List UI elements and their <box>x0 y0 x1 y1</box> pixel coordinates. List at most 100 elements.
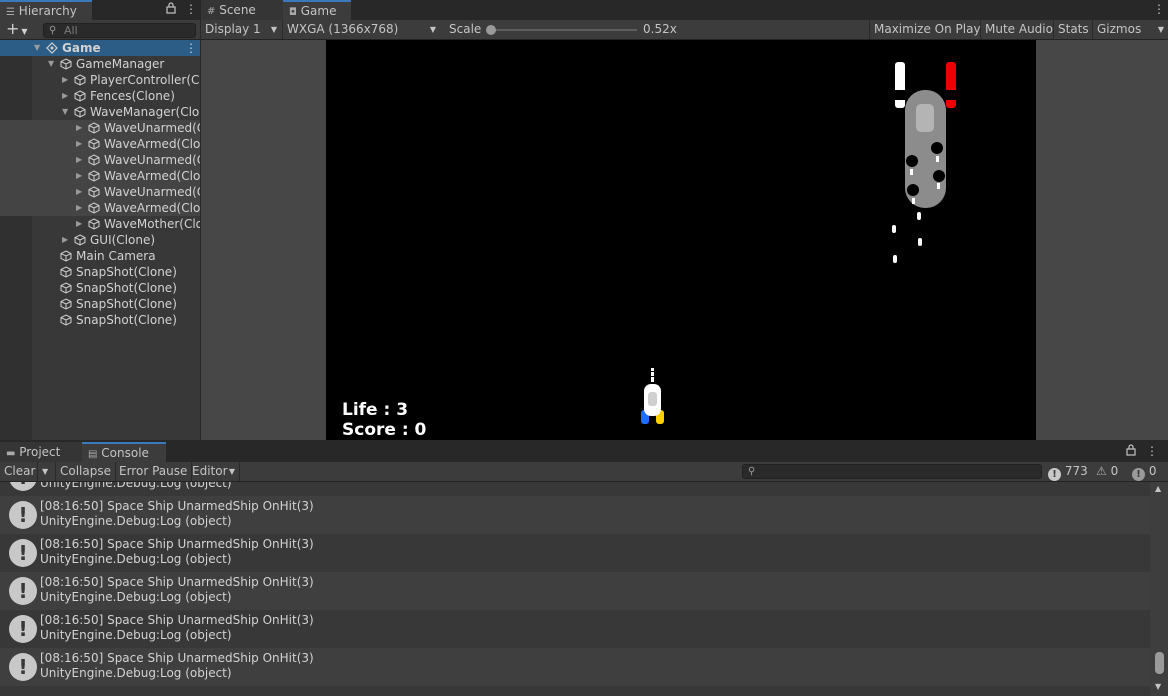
game-toolbar: Display 1 ▼ WXGA (1366x768) ▼ Scale 0.52… <box>201 20 1168 40</box>
list-item[interactable]: ! [08:16:50] Space Ship UnarmedShip OnHit… <box>0 534 1150 572</box>
hierarchy-item-label: WaveArmed(Clon <box>104 201 200 215</box>
hierarchy-item[interactable]: ▶ WaveUnarmed(C <box>0 120 200 136</box>
list-item[interactable]: ! [08:16:50] Space Ship UnarmedShip OnHit… <box>0 648 1150 686</box>
expand-right-icon[interactable]: ▶ <box>76 136 86 152</box>
info-icon: ! <box>9 539 37 567</box>
chevron-up-icon[interactable]: ▲ <box>1155 484 1161 493</box>
list-item[interactable]: ! [08:16:50] Space Ship UnarmedShip OnHit… <box>0 496 1150 534</box>
error-icon: ! <box>1132 468 1145 481</box>
game-viewport[interactable]: Life : 3 Score : 0 <box>201 40 1168 440</box>
hierarchy-item[interactable]: ▼ WaveManager(Clon <box>0 104 200 120</box>
expand-right-icon[interactable]: ▶ <box>76 200 86 216</box>
tab-console[interactable]: ▤ Console <box>82 442 166 462</box>
clear-button[interactable]: Clear <box>0 462 38 481</box>
tab-scene[interactable]: # Scene <box>201 0 283 20</box>
hierarchy-item-label: SnapShot(Clone) <box>76 313 177 327</box>
hierarchy-item-label: Fences(Clone) <box>90 89 175 103</box>
tab-project[interactable]: ▬ Project <box>0 442 82 462</box>
warning-count-toggle[interactable]: ⚠ 0 <box>1096 462 1118 481</box>
add-object-button[interactable]: + ▼ <box>6 20 28 41</box>
tab-hierarchy[interactable]: ☰ Hierarchy <box>0 0 92 20</box>
hierarchy-item[interactable]: ▶ GUI(Clone) <box>0 232 200 248</box>
expand-right-icon[interactable]: ▶ <box>62 232 72 248</box>
expand-right-icon[interactable]: ▶ <box>76 120 86 136</box>
hierarchy-item[interactable]: SnapShot(Clone) <box>0 264 200 280</box>
console-log-list[interactable]: ! UnityEngine.Debug:Log (object) ![08:16… <box>0 482 1150 696</box>
tab-project-label: Project <box>19 445 61 459</box>
hierarchy-item[interactable]: SnapShot(Clone) <box>0 280 200 296</box>
list-item[interactable]: ! [08:16:50] Space Ship UnarmedShip OnHit… <box>0 572 1150 610</box>
hierarchy-item[interactable]: ▶ WaveArmed(Clon <box>0 200 200 216</box>
tab-game-label: Game <box>300 4 337 18</box>
hierarchy-item[interactable]: Main Camera <box>0 248 200 264</box>
expand-right-icon[interactable]: ▶ <box>76 216 86 232</box>
hierarchy-item[interactable]: ▶ WaveArmed(Clon <box>0 168 200 184</box>
stats-button[interactable]: Stats <box>1053 20 1093 39</box>
gameobject-icon <box>88 202 100 214</box>
error-count: 0 <box>1148 464 1157 478</box>
expand-right-icon[interactable]: ▶ <box>62 72 72 88</box>
gizmos-dropdown[interactable]: Gizmos ▼ <box>1092 20 1168 39</box>
hierarchy-item-label: WaveUnarmed(C <box>104 185 200 199</box>
grid-icon: # <box>207 6 216 17</box>
expand-right-icon[interactable]: ▶ <box>76 168 86 184</box>
hierarchy-item[interactable]: ▶ WaveUnarmed(C <box>0 184 200 200</box>
expand-right-icon[interactable]: ▶ <box>62 88 72 104</box>
list-item[interactable]: ! [08:16:50] Space Ship UnarmedShip OnHit… <box>0 610 1150 648</box>
gameobject-icon <box>88 138 100 150</box>
error-pause-button[interactable]: Error Pause <box>115 462 193 481</box>
console-search-input[interactable]: ⚲ <box>742 464 1042 479</box>
maximize-on-play-button[interactable]: Maximize On Play <box>869 20 985 39</box>
log-trace: UnityEngine.Debug:Log (object) <box>40 482 232 490</box>
gameobject-icon <box>60 314 72 326</box>
hierarchy-item[interactable]: ▶ WaveMother(Clo <box>0 216 200 232</box>
expand-right-icon[interactable]: ▶ <box>76 184 86 200</box>
gameobject-icon <box>60 282 72 294</box>
mute-audio-button[interactable]: Mute Audio <box>980 20 1057 39</box>
editor-label: Editor <box>192 464 228 478</box>
lock-icon[interactable] <box>1126 444 1136 459</box>
hierarchy-item[interactable]: ▼ GameManager <box>0 56 200 72</box>
hierarchy-item[interactable]: ▶ Fences(Clone) <box>0 88 200 104</box>
log-count-toggle[interactable]: ! 773 <box>1048 462 1088 481</box>
chevron-down-icon: ▼ <box>1157 25 1164 34</box>
hierarchy-item[interactable]: ▶ WaveUnarmed(C <box>0 152 200 168</box>
expand-down-icon[interactable]: ▼ <box>62 104 72 120</box>
console-scrollbar[interactable]: ▲ ▼ <box>1150 482 1168 696</box>
scale-value-text: 0.52x <box>643 22 677 36</box>
expand-down-icon[interactable]: ▼ <box>48 56 58 72</box>
log-count: 773 <box>1064 464 1088 478</box>
hierarchy-item[interactable]: ▶ WaveArmed(Clon <box>0 136 200 152</box>
game-screen[interactable]: Life : 3 Score : 0 <box>326 40 1036 440</box>
hierarchy-item[interactable]: SnapShot(Clone) <box>0 296 200 312</box>
chevron-down-icon[interactable]: ▼ <box>1155 682 1161 691</box>
expand-down-icon[interactable]: ▼ <box>34 40 44 56</box>
lock-icon[interactable] <box>166 2 176 17</box>
collapse-label: Collapse <box>60 464 111 478</box>
hierarchy-search-input[interactable]: ⚲ All <box>43 23 196 38</box>
gizmos-label: Gizmos <box>1097 22 1142 36</box>
enemy-bullets <box>892 212 922 263</box>
display-dropdown[interactable]: Display 1 ▼ <box>201 20 281 39</box>
expand-right-icon[interactable]: ▶ <box>76 152 86 168</box>
kebab-menu-icon[interactable]: ⋮ <box>1153 2 1165 16</box>
list-item[interactable]: ! UnityEngine.Debug:Log (object) <box>0 482 1150 496</box>
kebab-menu-icon[interactable]: ⋮ <box>185 2 197 16</box>
hierarchy-item[interactable]: ▶ PlayerController(Cl <box>0 72 200 88</box>
error-count-toggle[interactable]: ! 0 <box>1132 462 1156 481</box>
tab-game[interactable]: ◘ Game <box>283 0 351 20</box>
editor-dropdown[interactable]: Editor ▼ <box>188 462 240 481</box>
kebab-menu-icon[interactable]: ⋮ <box>185 40 197 56</box>
maximize-label: Maximize On Play <box>874 22 981 36</box>
hierarchy-item[interactable]: SnapShot(Clone) <box>0 312 200 328</box>
hierarchy-tabbar: ☰ Hierarchy ⋮ <box>0 0 200 20</box>
scrollbar-thumb[interactable] <box>1155 652 1164 674</box>
hierarchy-item[interactable]: ▼ Game ⋮ <box>0 40 200 56</box>
resolution-dropdown[interactable]: WXGA (1366x768) ▼ <box>282 20 440 39</box>
clear-options-dropdown[interactable]: ▼ <box>38 462 56 481</box>
kebab-menu-icon[interactable]: ⋮ <box>1146 444 1158 458</box>
scale-slider[interactable] <box>486 25 637 35</box>
scale-slider-handle[interactable] <box>486 25 496 35</box>
log-message: [08:16:50] Space Ship UnarmedShip OnHit(… <box>40 651 314 665</box>
collapse-button[interactable]: Collapse <box>56 462 116 481</box>
